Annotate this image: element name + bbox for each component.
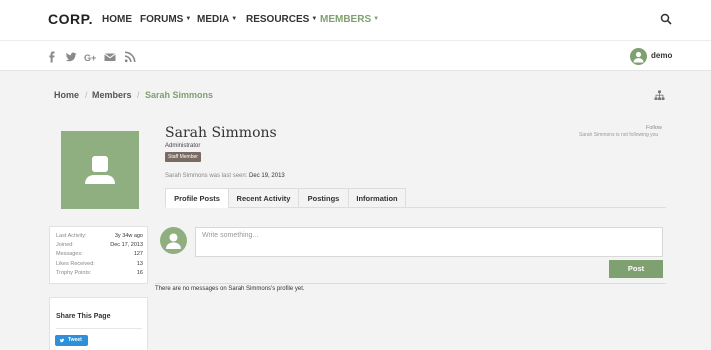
tweet-button[interactable]: Tweet <box>55 335 88 346</box>
tab-profile-posts[interactable]: Profile Posts <box>165 188 229 208</box>
nav-media[interactable]: MEDIA ▼ <box>197 14 237 25</box>
follow-link[interactable]: Follow <box>646 125 662 131</box>
user-silhouette-icon <box>633 51 644 63</box>
google-plus-icon[interactable]: G+ <box>84 51 98 63</box>
tweet-label: Tweet <box>68 337 82 343</box>
member-stats: Last Activity: 3y 34w ago Joined: Dec 17… <box>49 226 148 284</box>
last-seen-label: Sarah Simmons was last seen: <box>165 173 248 179</box>
follow-status: Sarah Simmons is not following you <box>579 132 659 138</box>
stat-value: 13 <box>136 261 143 267</box>
site-logo[interactable]: CORP. <box>48 11 93 27</box>
tab-information[interactable]: Information <box>348 188 406 208</box>
stat-label: Messages: <box>56 251 83 257</box>
user-silhouette-icon <box>85 156 115 184</box>
share-title: Share This Page <box>56 313 111 320</box>
profile-post-input[interactable] <box>195 227 663 257</box>
stat-label: Trophy Points: <box>56 270 92 276</box>
tab-recent-activity[interactable]: Recent Activity <box>228 188 299 208</box>
profile-name: Sarah Simmons <box>165 125 277 141</box>
breadcrumb-separator: / <box>137 90 140 100</box>
chevron-down-icon: ▼ <box>231 16 238 22</box>
breadcrumb-home[interactable]: Home <box>54 90 79 100</box>
post-button[interactable]: Post <box>609 260 663 278</box>
nav-members-label: MEMBERS <box>320 14 372 25</box>
user-name[interactable]: demo <box>651 51 672 60</box>
breadcrumb-members[interactable]: Members <box>92 90 132 100</box>
stat-value: 127 <box>133 251 143 257</box>
current-user-avatar <box>160 227 187 254</box>
social-bar: G+ demo <box>0 40 711 71</box>
last-seen-value: Dec 19, 2013 <box>249 173 285 179</box>
stat-value: 16 <box>136 270 143 276</box>
stat-label: Last Activity: <box>56 233 87 239</box>
twitter-icon[interactable] <box>65 51 77 63</box>
rss-icon[interactable] <box>124 51 136 63</box>
twitter-icon <box>59 338 65 343</box>
nav-resources[interactable]: RESOURCES ▼ <box>246 14 317 25</box>
nav-home[interactable]: HOME <box>102 14 132 25</box>
nav-forums-label: FORUMS <box>140 14 184 25</box>
stat-value: Dec 17, 2013 <box>110 242 143 248</box>
chevron-down-icon: ▼ <box>185 16 192 22</box>
svg-text:G+: G+ <box>84 53 96 63</box>
stat-row: Joined: Dec 17, 2013 <box>56 242 143 251</box>
stat-label: Likes Received: <box>56 261 95 267</box>
last-seen: Sarah Simmons was last seen: Dec 19, 201… <box>165 173 285 179</box>
stat-row: Trophy Points: 16 <box>56 270 143 279</box>
top-navigation: CORP. HOME FORUMS ▼ MEDIA ▼ RESOURCES ▼ MEM… <box>0 0 711 40</box>
breadcrumb-current[interactable]: Sarah Simmons <box>145 90 213 100</box>
nav-members[interactable]: MEMBERS ▼ <box>320 14 379 25</box>
mail-icon[interactable] <box>104 51 116 63</box>
divider <box>56 328 142 329</box>
nav-media-label: MEDIA <box>197 14 230 25</box>
sitemap-icon[interactable] <box>654 90 665 101</box>
stat-row: Likes Received: 13 <box>56 261 143 270</box>
user-silhouette-icon <box>166 233 181 249</box>
nav-forums[interactable]: FORUMS ▼ <box>140 14 191 25</box>
tab-postings[interactable]: Postings <box>298 188 349 208</box>
search-icon[interactable] <box>660 13 672 25</box>
share-box: Share This Page Tweet <box>49 297 148 350</box>
divider <box>155 283 666 284</box>
stat-row: Messages: 127 <box>56 251 143 260</box>
stat-label: Joined: <box>56 242 74 248</box>
chevron-down-icon: ▼ <box>373 16 380 22</box>
profile-title: Administrator <box>165 143 201 149</box>
nav-resources-label: RESOURCES <box>246 14 310 25</box>
user-avatar[interactable] <box>630 48 647 65</box>
stat-value: 3y 34w ago <box>114 233 143 239</box>
profile-avatar[interactable] <box>61 131 139 209</box>
chevron-down-icon: ▼ <box>311 16 318 22</box>
staff-badge: Staff Member <box>165 152 201 162</box>
breadcrumb-separator: / <box>85 90 88 100</box>
empty-messages-notice: There are no messages on Sarah Simmons's… <box>155 286 305 292</box>
facebook-icon[interactable] <box>46 51 58 63</box>
stat-row: Last Activity: 3y 34w ago <box>56 233 143 242</box>
nav-home-label: HOME <box>102 14 132 25</box>
